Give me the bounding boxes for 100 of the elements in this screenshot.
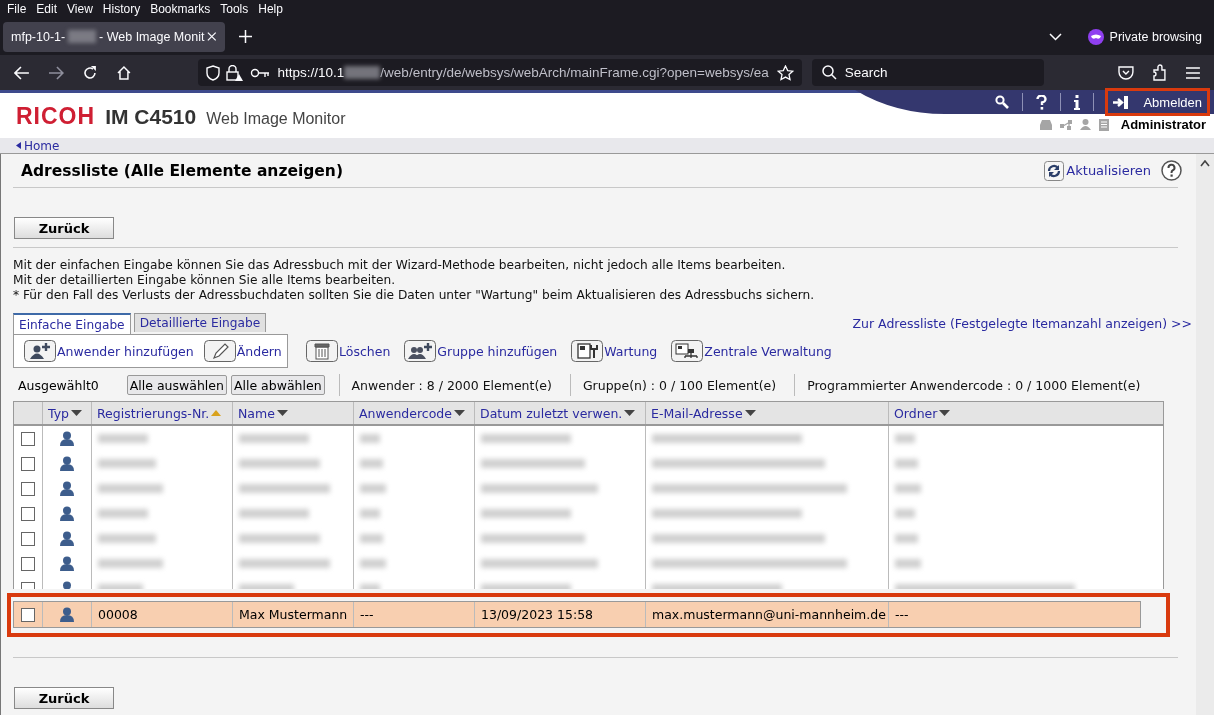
row-checkbox[interactable] (21, 431, 35, 446)
menu-item[interactable]: Help (253, 2, 288, 16)
pocket-icon[interactable] (1118, 65, 1135, 80)
back-button[interactable]: Zurück (14, 687, 114, 709)
menu-item[interactable]: History (97, 2, 146, 16)
url-text: https://10.1 (277, 65, 345, 80)
column-header[interactable]: E-Mail-Adresse (645, 402, 888, 424)
column-header[interactable]: Datum zuletzt verwen. (474, 402, 645, 424)
search-icon (821, 65, 837, 80)
refresh-link[interactable]: Aktualisieren (1044, 160, 1151, 181)
page-title: Adressliste (Alle Elemente anzeigen) (21, 161, 343, 180)
reload-icon[interactable] (81, 64, 98, 81)
column-header[interactable]: Typ (42, 402, 91, 424)
maintenance-link[interactable]: Wartung (571, 340, 658, 362)
address-bar[interactable]: https://10.1 /web/entry/de/websys/webArch/mainFrame.cgi?open=websys/ea (197, 59, 802, 86)
chevron-down-icon[interactable] (1048, 32, 1062, 41)
private-browsing-label: Private browsing (1109, 29, 1202, 44)
menu-item[interactable]: Bookmarks (145, 2, 216, 16)
column-header[interactable]: Ordner (888, 402, 1165, 424)
shield-icon (205, 64, 220, 81)
redacted-text (98, 484, 163, 493)
table-cell: 13/09/2023 15:58 (474, 602, 645, 627)
redacted-text (360, 559, 386, 568)
lock-warning-icon (225, 64, 244, 81)
info-icon[interactable] (1074, 94, 1081, 110)
product-name: Web Image Monitor (206, 110, 346, 128)
row-checkbox[interactable] (21, 506, 35, 521)
column-header[interactable]: Anwendercode (353, 402, 474, 424)
home-icon[interactable] (115, 64, 132, 81)
delete-link[interactable]: Löschen (306, 340, 391, 362)
add-user-link[interactable]: Anwender hinzufügen (24, 340, 194, 362)
user-name: Administrator (1120, 117, 1206, 132)
address-list-link[interactable]: Zur Adressliste (Festgelegte Itemanzahl anzeigen) >> (852, 316, 1192, 331)
info-text: Mit der detaillierten Eingabe können Sie alle Items bearbeiten. (13, 273, 397, 288)
bookmark-star-icon[interactable] (776, 64, 794, 81)
redacted-text (98, 534, 156, 543)
redacted-text (239, 509, 309, 518)
scrollbar[interactable] (1196, 154, 1214, 715)
row-checkbox[interactable] (21, 531, 35, 546)
help-icon[interactable] (1036, 94, 1048, 110)
menu-item[interactable]: Tools (215, 2, 254, 16)
redacted-text (68, 30, 97, 43)
back-arrow-icon[interactable] (14, 65, 30, 80)
help-icon[interactable] (1161, 160, 1182, 181)
private-mask-icon (1087, 28, 1104, 45)
central-link[interactable]: Zentrale Verwaltung (671, 340, 832, 362)
row-checkbox[interactable] (21, 556, 35, 571)
home-link[interactable]: Home (16, 138, 60, 153)
user-icon (59, 481, 75, 496)
redacted-text (895, 509, 915, 518)
key-icon (249, 67, 270, 78)
network-icon (1059, 119, 1072, 130)
redacted-text (98, 559, 163, 568)
row-checkbox[interactable] (21, 481, 35, 496)
add-group-link[interactable]: Gruppe hinzufügen (404, 340, 558, 362)
redacted-text (344, 66, 381, 79)
trash-icon (306, 340, 338, 362)
info-text: Mit der einfachen Eingabe können Sie das Adressbuch mit der Wizard-Methode bearbeiten, nicht jedoch alle Items bearbeiten. (13, 258, 787, 273)
redacted-text (360, 534, 383, 543)
redacted-text (98, 459, 156, 468)
column-header[interactable]: Name (232, 402, 353, 424)
table-cell: 00008 (91, 602, 232, 627)
browser-tab[interactable]: mfp-10-1- - Web Image Monit (3, 21, 225, 52)
redacted-text (895, 559, 921, 568)
count-text: Anwender : 8 / 2000 Element(e) (351, 377, 552, 393)
new-tab-icon[interactable] (239, 30, 252, 43)
redacted-text (360, 459, 383, 468)
redacted-text (895, 434, 915, 443)
tab-title: mfp-10-1- (11, 29, 66, 44)
table-cell: max.mustermann@uni-mannheim.de (645, 602, 888, 627)
menu-item[interactable]: File (2, 2, 32, 16)
selected-row[interactable]: 00008 Max Mustermann --- 13/09/2023 15:58 max.mustermann@uni-mannheim.de --- (13, 601, 1141, 628)
column-header[interactable]: Registrierungs-Nr. (91, 402, 232, 424)
redacted-text (98, 509, 148, 518)
select-button[interactable]: Alle auswählen (126, 375, 227, 395)
user-icon (59, 607, 75, 622)
row-checkbox[interactable] (21, 607, 35, 622)
select-button[interactable]: Alle abwählen (230, 375, 325, 395)
forward-arrow-icon[interactable] (47, 65, 64, 80)
search-field[interactable]: Search (811, 59, 1045, 86)
tab[interactable]: Einfache Eingabe (13, 313, 131, 334)
refresh-icon (1044, 160, 1065, 181)
user-icon (59, 456, 75, 471)
scroll-up-icon[interactable] (1200, 160, 1210, 167)
url-text: /web/entry/de/websys/webArch/mainFrame.cgi?open=websys/ea (380, 65, 769, 80)
tab[interactable]: Detaillierte Eingabe (133, 313, 267, 332)
puzzle-icon[interactable] (1152, 64, 1169, 81)
close-icon[interactable] (207, 31, 217, 42)
logout-icon (1113, 95, 1130, 109)
search-icon[interactable] (995, 95, 1010, 109)
edit-link[interactable]: Ändern (203, 340, 282, 362)
user-icon (59, 506, 75, 521)
back-button[interactable]: Zurück (14, 217, 114, 239)
count-text: Gruppe(n) : 0 / 100 Element(e) (582, 377, 777, 393)
menu-icon[interactable] (1186, 66, 1200, 79)
logout-button[interactable]: Abmelden (1107, 90, 1208, 114)
row-checkbox[interactable] (21, 456, 35, 471)
menu-item[interactable]: Edit (31, 2, 63, 16)
model-name: IM C4510 (105, 105, 197, 129)
menu-item[interactable]: View (62, 2, 98, 16)
